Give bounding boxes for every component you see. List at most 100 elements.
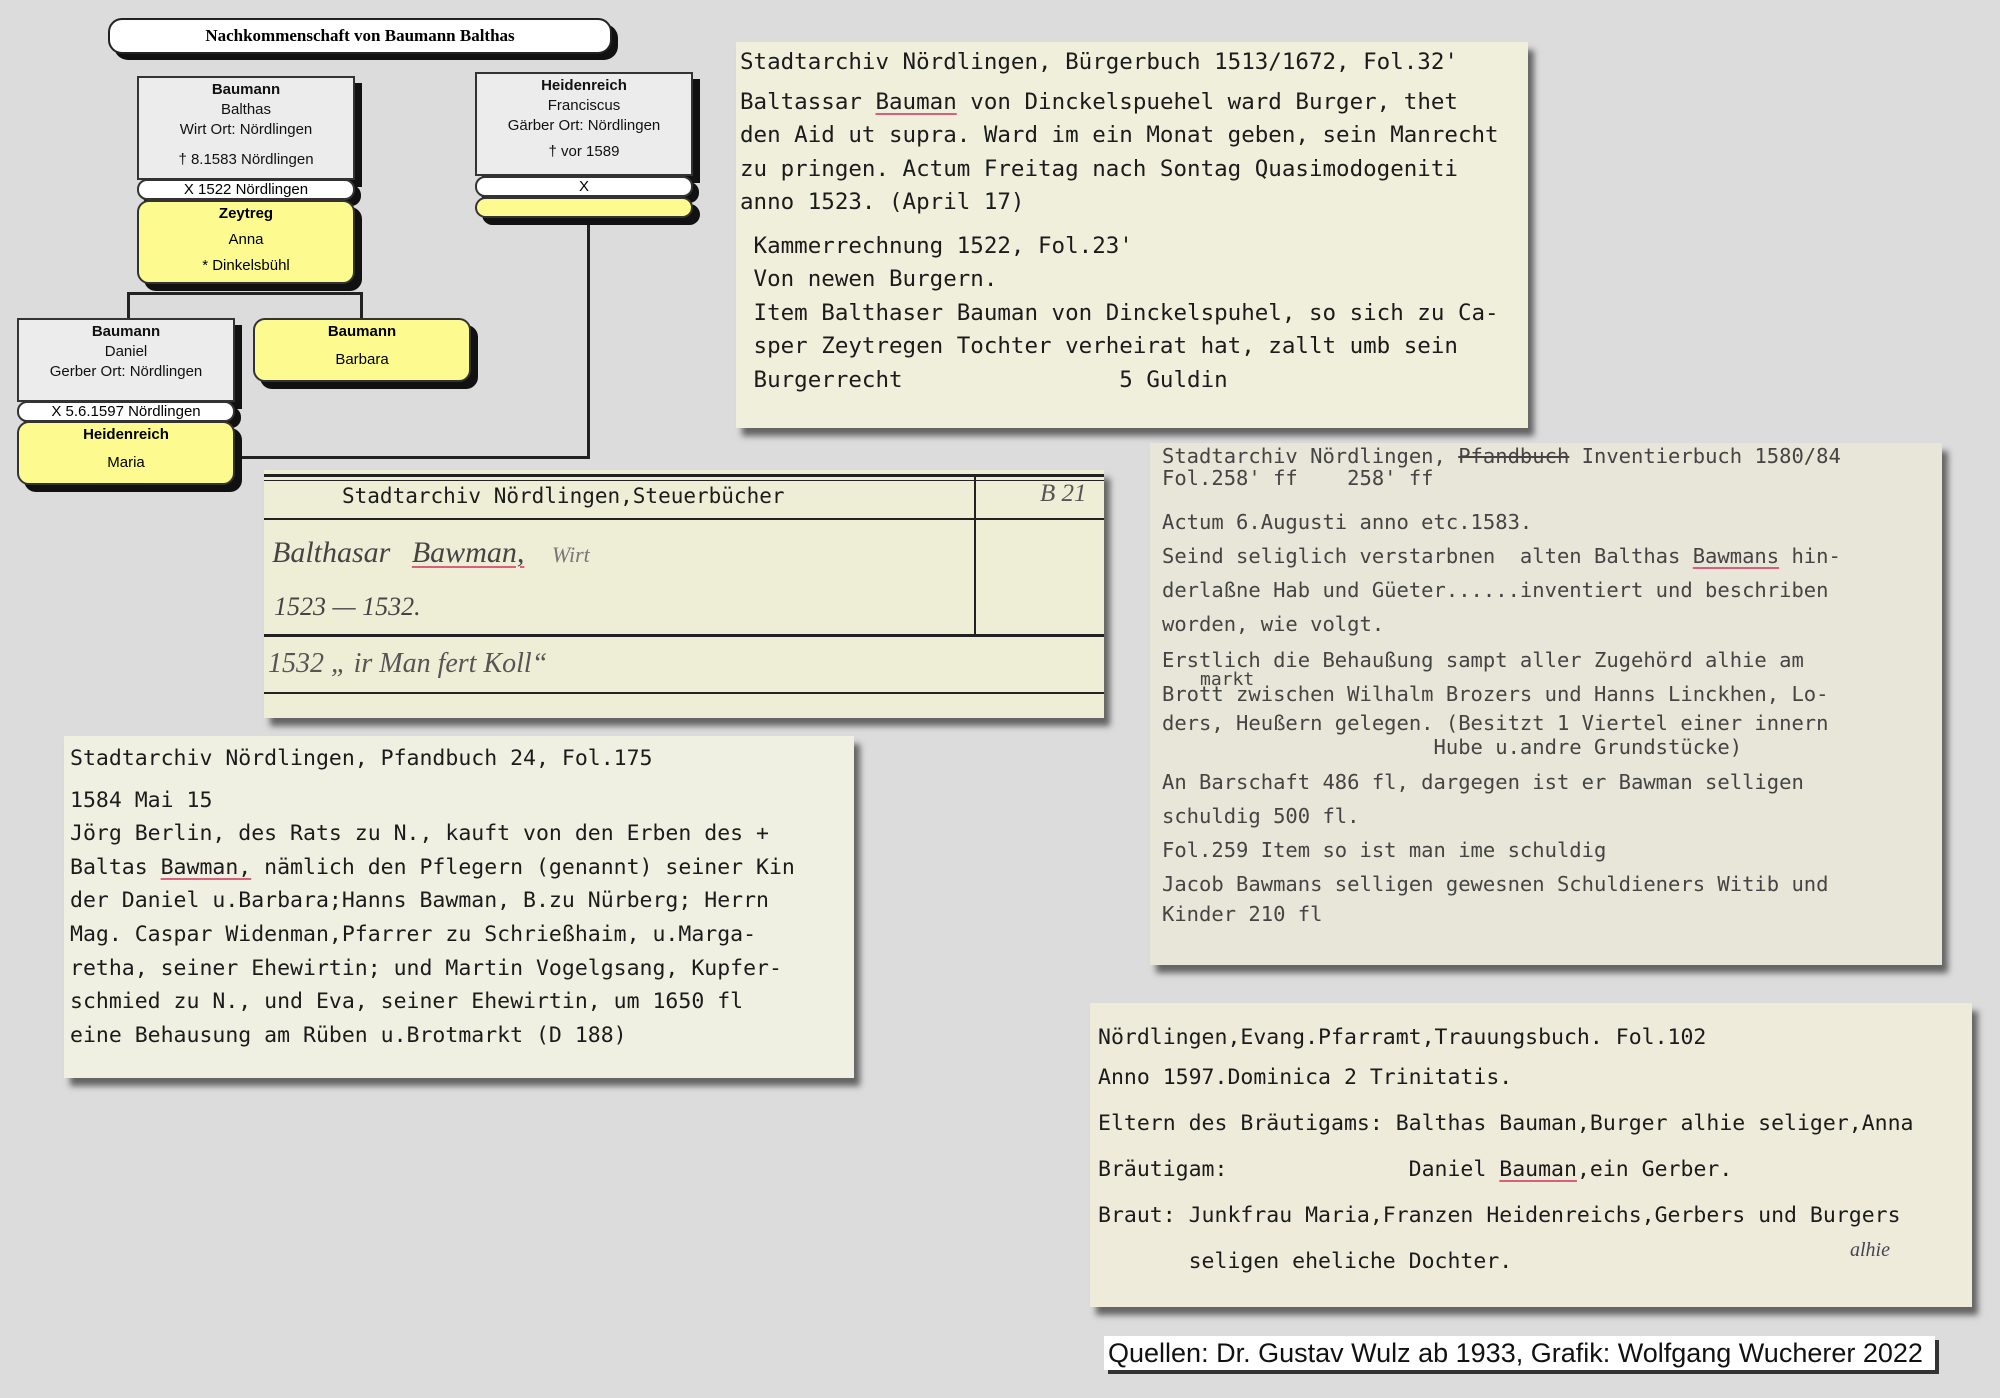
text-line: sper Zeytregen Tochter verheirat hat, za…	[740, 333, 1458, 359]
given-name: Daniel	[104, 343, 148, 360]
text-line: Von newen Burgern.	[740, 266, 998, 292]
document-card-inventierbuch: Stadtarchiv Nördlingen, Pfandbuch Invent…	[1150, 443, 1942, 965]
card-heading: Stadtarchiv Nördlingen, Pfandbuch Invent…	[1162, 445, 1942, 467]
text-fragment: Wirt	[551, 542, 590, 567]
highlighted-name: Bauman	[875, 88, 957, 115]
text-line: retha, seiner Ehewirtin; und Martin Voge…	[70, 955, 782, 981]
text-fragment: Bräutigam: Daniel	[1098, 1157, 1500, 1182]
person-box-franciscus[interactable]: Heidenreich Franciscus Gärber Ort: Nördl…	[475, 72, 693, 176]
person-box-empty-spouse[interactable]	[475, 197, 693, 218]
connector-line	[360, 292, 363, 320]
rule-line	[264, 474, 1104, 477]
person-box-maria[interactable]: Heidenreich Maria	[17, 421, 235, 485]
text-line: Seind seliglich verstarbnen alten Baltha…	[1162, 539, 1942, 573]
occupation: Gärber Ort: Nördlingen	[507, 117, 661, 134]
given-name: Barbara	[335, 351, 389, 368]
text-line: Fol.259 Item so ist man ime schuldig	[1162, 838, 1607, 862]
tag-label: B 21	[1040, 480, 1087, 507]
highlighted-name: Bawman,	[160, 854, 252, 880]
text-line: seligen eheliche Dochter.	[1098, 1249, 1513, 1274]
person-box-balthas[interactable]: Baumann Balthas Wirt Ort: Nördlingen † 8…	[137, 76, 355, 180]
person-box-anna[interactable]: Zeytreg Anna * Dinkelsbühl	[137, 200, 355, 284]
text-line: Burgerrecht 5 Guldin	[740, 366, 1228, 393]
text-line: Jörg Berlin, des Rats zu N., kauft von d…	[70, 821, 769, 847]
handwritten-note: 1532 „ ir Man fert Koll“	[268, 648, 548, 679]
connector-line	[587, 186, 590, 458]
text-fragment: nämlich den Pflegern (genannt) seiner Ki…	[251, 854, 795, 880]
source-credit: Quellen: Dr. Gustav Wulz ab 1933, Grafik…	[1104, 1336, 1935, 1370]
column-divider	[974, 474, 976, 636]
text-fragment: Stadtarchiv Nördlingen,	[1162, 444, 1459, 468]
highlighted-name: Bawmans	[1692, 544, 1780, 568]
text-line: anno 1523. (April 17)	[740, 189, 1025, 215]
text-fragment: ,ein Gerber.	[1576, 1157, 1733, 1182]
struck-text: Pfandbuch	[1458, 444, 1570, 468]
text-line: Erstlich die Behaußung sampt aller Zugeh…	[1162, 648, 1804, 672]
occupation: Gerber Ort: Nördlingen	[49, 363, 203, 380]
text-line: Jacob Bawmans selligen gewesnen Schuldie…	[1162, 872, 1829, 896]
text-fragment: von Dinckelspuehel ward Burger, thet	[956, 88, 1458, 115]
text-line: Anno 1597.Dominica 2 Trinitatis.	[1098, 1065, 1513, 1090]
text-line: worden, wie volgt.	[1162, 612, 1385, 636]
surname: Heidenreich	[83, 426, 169, 443]
text-line: Actum 6.Augusti anno etc.1583.	[1162, 510, 1533, 534]
text-fragment: Seind seliglich verstarbnen alten Baltha…	[1162, 544, 1693, 568]
connector-line	[233, 456, 590, 459]
text-line: Kammerrechnung 1522, Fol.23'	[740, 232, 1133, 259]
surname: Baumann	[211, 81, 281, 98]
tree-title: Nachkommenschaft von Baumann Balthas	[108, 18, 612, 54]
marriage-box: X 1522 Nördlingen	[137, 179, 355, 200]
text-line: markt Brott zwischen Wilhalm Brozers und …	[1162, 669, 1942, 711]
connector-line	[127, 292, 363, 295]
document-card-buergerbuch: Stadtarchiv Nördlingen, Bürgerbuch 1513/…	[736, 42, 1528, 428]
text-line: Eltern des Bräutigams: Balthas Bauman,Bu…	[1098, 1111, 1914, 1136]
given-name: Anna	[228, 231, 264, 248]
text-fragment: hin-	[1779, 544, 1841, 568]
text-line: derlaßne Hab und Güeter......inventiert …	[1162, 578, 1829, 602]
text-line: Bräutigam: Daniel Bauman,ein Gerber.	[1098, 1147, 1972, 1193]
surname: Zeytreg	[218, 205, 274, 222]
marriage-box: X	[475, 176, 693, 197]
person-box-barbara[interactable]: Baumann Barbara	[253, 318, 471, 382]
death-date: † 8.1583 Nördlingen	[178, 151, 314, 168]
text-fragment: Baltas	[70, 854, 161, 880]
occupation: Wirt Ort: Nördlingen	[179, 121, 313, 138]
text-line: zu pringen. Actum Freitag nach Sontag Qu…	[740, 155, 1458, 182]
text-fragment: Inventierbuch 1580/84	[1569, 444, 1841, 468]
given-name: Maria	[107, 454, 145, 471]
text-fragment: Baltassar	[740, 88, 876, 115]
text-line: Kinder 210 fl	[1162, 902, 1323, 926]
text-line: schuldig 500 fl.	[1162, 804, 1360, 828]
card-heading: Stadtarchiv Nördlingen,Steuerbücher	[342, 484, 785, 508]
surname: Baumann	[327, 323, 397, 340]
document-card-steuerbuecher: Stadtarchiv Nördlingen,Steuerbücher B 21…	[264, 470, 1104, 718]
text-line: ders, Heußern gelegen. (Besitzt 1 Vierte…	[1162, 711, 1829, 735]
text-line: Baltas Bawman, nämlich den Pflegern (gen…	[70, 851, 854, 885]
birth-place: * Dinkelsbühl	[202, 257, 290, 274]
handwritten-note: alhie	[1850, 1239, 1890, 1261]
surname: Heidenreich	[541, 77, 627, 94]
marriage-box: X 5.6.1597 Nördlingen	[17, 401, 235, 422]
text-line: Hube u.andre Grundstücke)	[1162, 735, 1743, 759]
given-name: Franciscus	[547, 97, 621, 114]
text-fragment: Balthasar	[272, 536, 391, 569]
text-line: Mag. Caspar Widenman,Pfarrer zu Schrießh…	[70, 921, 757, 947]
rule-line	[264, 692, 1104, 694]
surname: Baumann	[91, 323, 161, 340]
text-line: schmied zu N., und Eva, seiner Ehewirtin…	[70, 989, 744, 1015]
highlighted-name: Bawman,	[411, 536, 525, 569]
text-line: eine Behausung am Rüben u.Brotmarkt (D 1…	[70, 1022, 627, 1048]
handwritten-name: Balthasar Bawman, Wirt	[272, 536, 590, 570]
text-line: Item Balthaser Bauman von Dinckelspuhel,…	[740, 299, 1499, 326]
person-box-daniel[interactable]: Baumann Daniel Gerber Ort: Nördlingen	[17, 318, 235, 402]
text-line: 1584 Mai 15	[70, 787, 213, 813]
card-heading: Stadtarchiv Nördlingen, Bürgerbuch 1513/…	[740, 49, 1458, 75]
text-line: An Barschaft 486 fl, dargegen ist er Baw…	[1162, 770, 1804, 794]
text-line: der Daniel u.Barbara;Hanns Bawman, B.zu …	[70, 888, 769, 914]
death-date: † vor 1589	[548, 143, 620, 160]
given-name: Balthas	[220, 101, 272, 118]
document-card-trauungsbuch: Nördlingen,Evang.Pfarramt,Trauungsbuch. …	[1090, 1003, 1972, 1307]
connector-line	[127, 292, 130, 320]
highlighted-name: Bauman	[1499, 1157, 1577, 1182]
handwritten-years: 1523 — 1532.	[274, 592, 421, 621]
